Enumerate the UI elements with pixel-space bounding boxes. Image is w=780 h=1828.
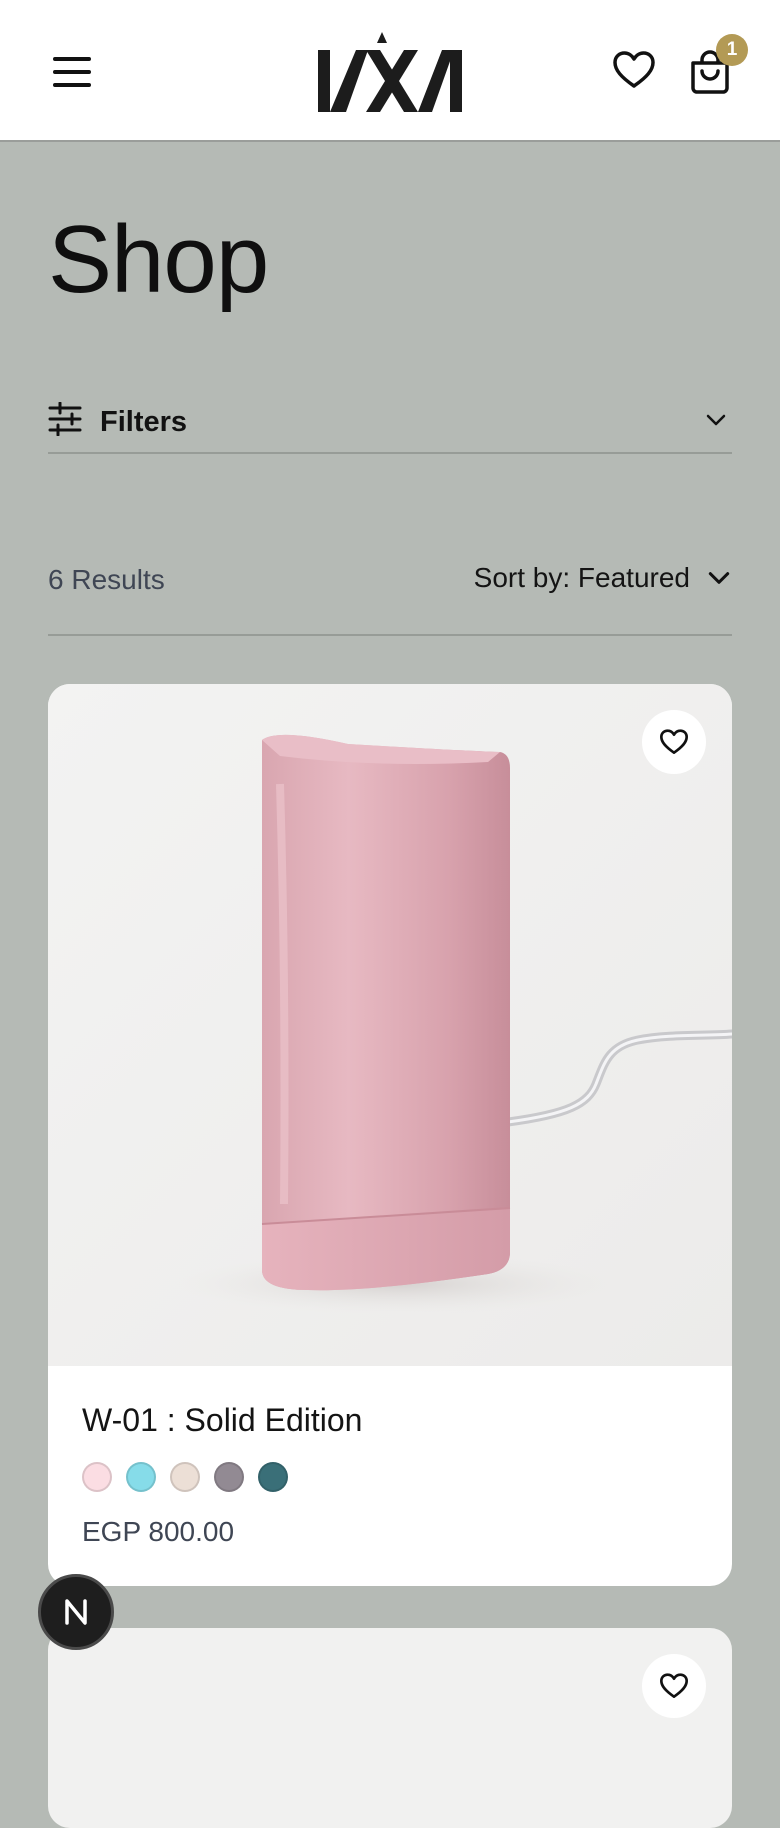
product-image bbox=[48, 684, 732, 1366]
product-card[interactable] bbox=[48, 1628, 732, 1828]
heart-icon bbox=[613, 51, 655, 88]
sort-dropdown[interactable]: Sort by: Featured bbox=[474, 556, 732, 600]
heart-icon bbox=[660, 729, 688, 755]
results-count: 6 Results bbox=[48, 564, 165, 595]
menu-button[interactable] bbox=[48, 48, 96, 96]
product-wishlist-button[interactable] bbox=[642, 710, 706, 774]
hamburger-menu-icon bbox=[53, 57, 91, 87]
chevron-down-icon bbox=[706, 414, 726, 426]
sliders-icon bbox=[48, 402, 82, 436]
color-swatch[interactable] bbox=[126, 1462, 156, 1492]
sort-label: Sort by: Featured bbox=[473, 562, 690, 593]
logo-mark bbox=[318, 32, 462, 112]
cart-count-badge: 1 bbox=[716, 34, 748, 66]
wishlist-button[interactable] bbox=[610, 46, 658, 94]
product-card[interactable]: W-01 : Solid Edition EGP 800.00 bbox=[48, 684, 732, 1586]
color-swatch[interactable] bbox=[258, 1462, 288, 1492]
filters-toggle[interactable]: Filters bbox=[48, 392, 732, 454]
color-swatch[interactable] bbox=[170, 1462, 200, 1492]
n-logo-icon bbox=[65, 1599, 87, 1625]
page-title: Shop bbox=[48, 206, 269, 313]
product-name: W-01 : Solid Edition bbox=[82, 1402, 363, 1438]
product-price: EGP 800.00 bbox=[82, 1516, 235, 1547]
chevron-down-icon bbox=[708, 572, 730, 584]
results-bar: 6 Results Sort by: Featured bbox=[48, 556, 732, 636]
color-swatch[interactable] bbox=[82, 1462, 112, 1492]
site-header: 1 bbox=[0, 0, 780, 142]
color-swatch[interactable] bbox=[214, 1462, 244, 1492]
filters-label: Filters bbox=[100, 406, 188, 438]
brand-logo[interactable] bbox=[316, 28, 464, 116]
product-wishlist-button[interactable] bbox=[642, 1654, 706, 1718]
floating-action-button[interactable] bbox=[38, 1574, 114, 1650]
heart-icon bbox=[660, 1673, 688, 1698]
